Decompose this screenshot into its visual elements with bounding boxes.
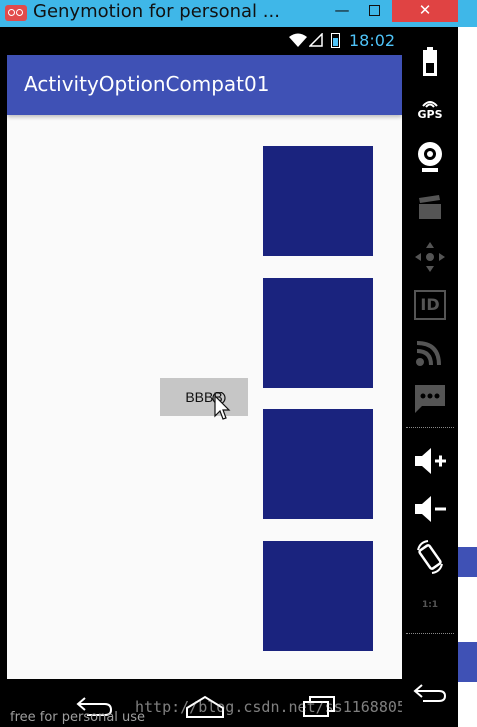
window-title-bar: Genymotion for personal ... — ✕ bbox=[0, 0, 477, 27]
close-button[interactable]: ✕ bbox=[392, 0, 458, 22]
app-bar: ActivityOptionCompat01 bbox=[7, 55, 402, 115]
mouse-cursor-icon bbox=[212, 392, 231, 420]
cast-icon[interactable] bbox=[410, 332, 450, 372]
battery-icon[interactable] bbox=[410, 42, 450, 82]
id-icon[interactable]: ID bbox=[410, 285, 450, 325]
page-title: ActivityOptionCompat01 bbox=[24, 72, 270, 96]
desktop-edge bbox=[458, 27, 477, 727]
desktop-edge-accent-2 bbox=[458, 642, 477, 682]
rotate-icon[interactable] bbox=[410, 537, 450, 577]
genymotion-sidebar: GPS ID 1:1 bbox=[402, 27, 458, 727]
gps-label: GPS bbox=[417, 107, 443, 121]
blue-box-3[interactable] bbox=[263, 409, 373, 519]
battery-status-icon bbox=[331, 33, 340, 48]
back-icon[interactable] bbox=[410, 673, 450, 713]
blue-box-1[interactable] bbox=[263, 146, 373, 256]
watermark-url: http://blog.csdn.net/ss1168805219 bbox=[135, 698, 434, 716]
window-title: Genymotion for personal ... bbox=[33, 1, 280, 22]
signal-icon bbox=[309, 33, 323, 47]
status-clock: 18:02 bbox=[349, 31, 396, 50]
webcam-icon[interactable] bbox=[410, 137, 450, 177]
minimize-button[interactable]: — bbox=[328, 0, 356, 22]
maximize-icon bbox=[368, 5, 380, 16]
volume-up-icon[interactable] bbox=[410, 441, 450, 481]
scale-label: 1:1 bbox=[421, 600, 439, 610]
camera-clapper-icon[interactable] bbox=[410, 187, 450, 227]
sidebar-divider-2 bbox=[406, 633, 454, 634]
sidebar-divider bbox=[406, 427, 454, 428]
gps-icon[interactable]: GPS bbox=[410, 89, 450, 129]
scale-icon[interactable]: 1:1 bbox=[410, 585, 450, 625]
wifi-icon bbox=[289, 33, 307, 47]
blue-box-2[interactable] bbox=[263, 278, 373, 388]
maximize-button[interactable] bbox=[360, 0, 388, 22]
genymotion-logo-icon bbox=[5, 5, 27, 21]
id-label: ID bbox=[414, 290, 446, 320]
status-bar: 18:02 bbox=[7, 27, 402, 55]
volume-down-icon[interactable] bbox=[410, 489, 450, 529]
blue-box-4[interactable] bbox=[263, 541, 373, 651]
desktop-edge-accent bbox=[458, 547, 477, 577]
dpad-icon[interactable] bbox=[410, 237, 450, 277]
phone-screen: 18:02 ActivityOptionCompat01 BBBB bbox=[7, 27, 402, 679]
sms-icon[interactable] bbox=[410, 379, 450, 419]
bbbb-button[interactable]: BBBB bbox=[160, 378, 248, 416]
free-for-personal-use-label: free for personal use bbox=[10, 710, 146, 725]
